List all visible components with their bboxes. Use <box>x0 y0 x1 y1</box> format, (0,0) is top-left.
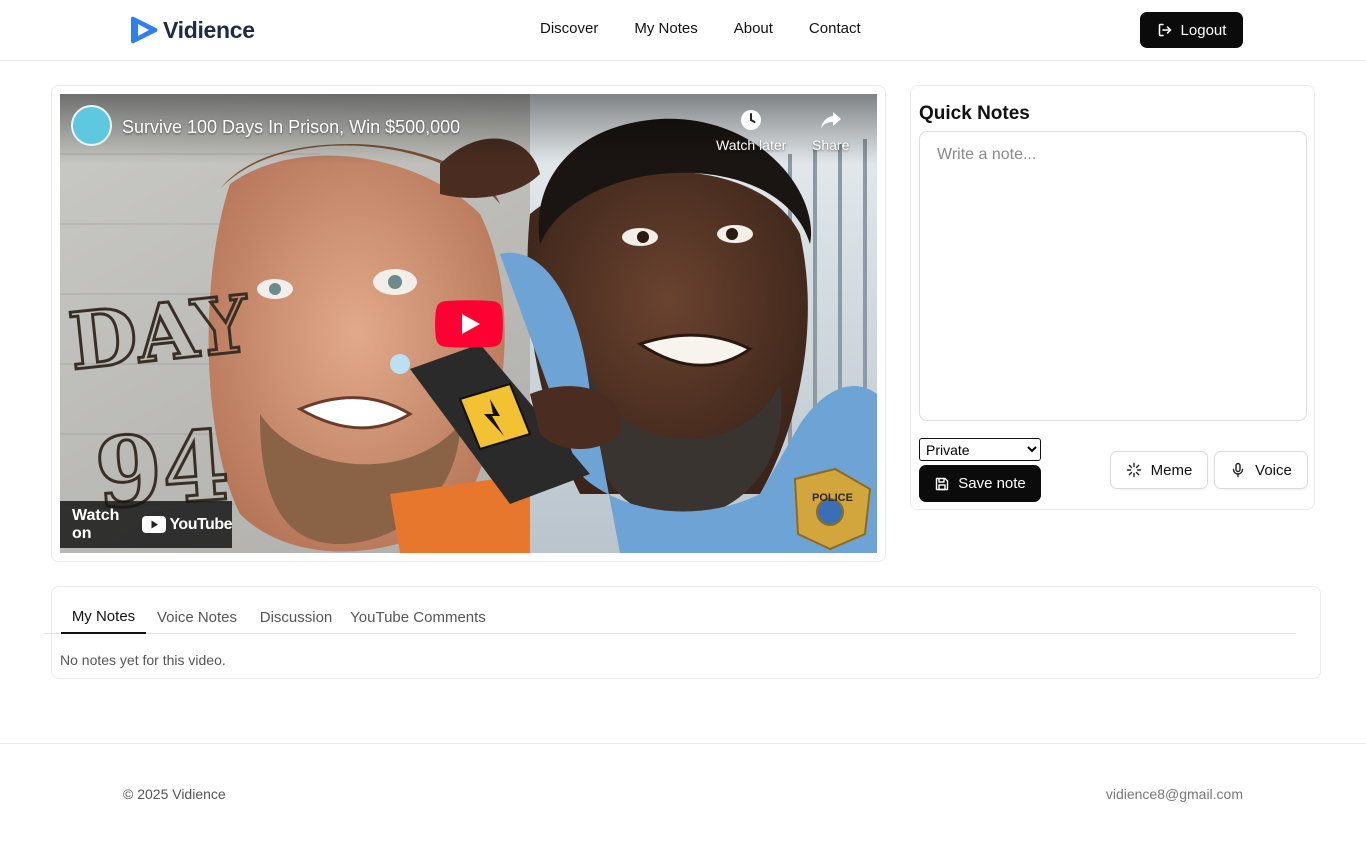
video-card: POLICE DAY 94 Survive 100 Days In Prison… <box>51 85 886 562</box>
save-icon <box>936 477 949 490</box>
nav-discover[interactable]: Discover <box>540 20 598 37</box>
video-title[interactable]: Survive 100 Days In Prison, Win $500,000 <box>122 117 460 138</box>
youtube-wordmark: YouTube <box>169 515 232 533</box>
voice-button[interactable]: Voice <box>1214 451 1308 489</box>
logout-button[interactable]: Logout <box>1140 12 1243 48</box>
watch-later-label: Watch later <box>716 137 787 153</box>
quick-notes-title: Quick Notes <box>919 103 1030 124</box>
save-note-button[interactable]: Save note <box>919 465 1041 502</box>
logout-label: Logout <box>1180 21 1227 39</box>
empty-notes-message: No notes yet for this video. <box>60 652 226 668</box>
meme-label: Meme <box>1150 461 1193 479</box>
youtube-logo: YouTube <box>142 516 232 534</box>
brand-logo[interactable]: Vidience <box>129 14 255 46</box>
watch-later-button[interactable]: Watch later <box>716 108 786 153</box>
voice-label: Voice <box>1255 461 1292 479</box>
tab-discussion[interactable]: Discussion <box>254 600 338 634</box>
thumbnail-day-text: DAY <box>65 279 255 388</box>
tab-youtube-comments[interactable]: YouTube Comments <box>348 600 488 634</box>
save-note-label: Save note <box>958 475 1026 492</box>
channel-avatar[interactable] <box>71 105 112 146</box>
meme-button[interactable]: Meme <box>1110 451 1208 489</box>
nav-my-notes[interactable]: My Notes <box>634 20 697 37</box>
video-player[interactable]: POLICE DAY 94 Survive 100 Days In Prison… <box>60 94 877 553</box>
play-logo-icon <box>131 16 158 44</box>
share-icon <box>820 112 841 129</box>
nav-about[interactable]: About <box>734 20 773 37</box>
youtube-play-icon <box>142 516 167 533</box>
share-label: Share <box>812 137 850 153</box>
play-button[interactable] <box>435 300 503 348</box>
police-badge-text: POLICE <box>812 492 853 504</box>
contact-email[interactable]: vidience8@gmail.com <box>1106 786 1243 802</box>
watch-on-label: Watch on <box>72 506 120 542</box>
share-button[interactable]: Share <box>812 108 849 153</box>
quick-notes-card: Quick Notes Private Save note Meme Voice <box>910 85 1315 510</box>
copyright-text: © 2025 Vidience <box>123 786 226 802</box>
visibility-select[interactable]: Private <box>919 438 1041 461</box>
site-header: Vidience Discover My Notes About Contact… <box>0 0 1366 61</box>
tab-my-notes[interactable]: My Notes <box>61 600 146 634</box>
sparkle-loader-icon <box>1126 462 1141 478</box>
main-nav: Discover My Notes About Contact <box>540 20 861 37</box>
note-textarea[interactable] <box>919 131 1307 421</box>
notes-tabs-card: My Notes Voice Notes Discussion YouTube … <box>44 586 1321 679</box>
tab-bar: My Notes Voice Notes Discussion YouTube … <box>44 600 1296 634</box>
tab-voice-notes[interactable]: Voice Notes <box>152 600 242 634</box>
watch-on-youtube-button[interactable]: Watch on YouTube <box>60 501 232 548</box>
clock-icon <box>741 110 762 130</box>
microphone-icon <box>1232 462 1244 478</box>
brand-name: Vidience <box>163 16 255 43</box>
nav-contact[interactable]: Contact <box>809 20 861 37</box>
site-footer: © 2025 Vidience vidience8@gmail.com <box>0 743 1366 844</box>
logout-icon <box>1158 23 1171 37</box>
